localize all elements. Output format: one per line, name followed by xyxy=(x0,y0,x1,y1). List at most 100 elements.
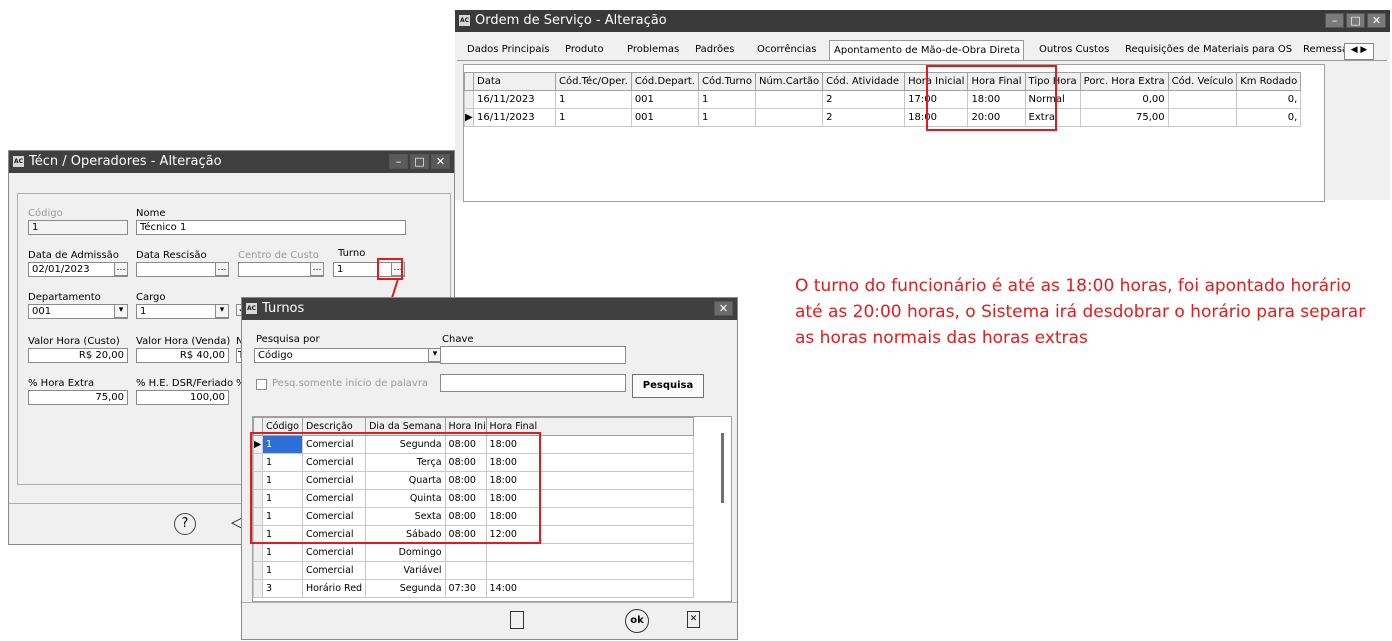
cell-codigo[interactable]: 1 xyxy=(262,543,303,562)
new-document-icon[interactable] xyxy=(510,611,524,629)
table-row[interactable]: 1 Comercial Variável xyxy=(253,561,694,580)
maximize-button[interactable]: □ xyxy=(410,154,429,169)
tab-requisicoes[interactable]: Requisições de Materiais para OS xyxy=(1121,40,1296,60)
valor-hora-custo-label: Valor Hora (Custo) xyxy=(28,336,120,347)
table-row[interactable]: 3 Horário Red Segunda 07:30 14:00 xyxy=(253,579,694,598)
col-cod-veiculo[interactable]: Cód. Veículo xyxy=(1167,72,1238,91)
cell-cod-tec[interactable]: 1 xyxy=(555,108,632,127)
table-row[interactable]: ▶ 16/11/2023 1 001 1 2 18:00 20:00 Extra… xyxy=(464,108,1302,127)
help-icon[interactable]: ? xyxy=(174,513,196,535)
rescisao-calendar-button[interactable]: … xyxy=(215,262,229,276)
cell-cod-depart[interactable]: 001 xyxy=(630,90,699,109)
row-indicator xyxy=(253,579,263,598)
cell-porc-hora-extra[interactable]: 75,00 xyxy=(1079,108,1169,127)
cell-km-rodado[interactable]: 0, xyxy=(1236,108,1302,127)
cell-cod-depart[interactable]: 001 xyxy=(630,108,699,127)
table-row[interactable]: 1 Comercial Domingo xyxy=(253,543,694,562)
pesquisa-por-select[interactable]: Código xyxy=(254,348,442,363)
cell-hora-final[interactable] xyxy=(485,561,694,580)
tabs-scroll-arrows[interactable]: ◀ ▶ xyxy=(1344,43,1374,60)
pesquisa-button[interactable]: Pesquisa xyxy=(632,374,704,398)
cell-cod-turno[interactable]: 1 xyxy=(697,90,756,109)
tab-produto[interactable]: Produto xyxy=(561,40,608,60)
codigo-label: Código xyxy=(28,208,63,219)
rescisao-label: Data Rescisão xyxy=(136,250,207,261)
nome-field[interactable]: Técnico 1 xyxy=(136,220,406,235)
cell-descricao[interactable]: Comercial xyxy=(301,543,367,562)
row-indicator xyxy=(253,543,263,562)
admissao-field[interactable]: 02/01/2023 xyxy=(28,262,128,277)
cell-descricao[interactable]: Comercial xyxy=(301,561,367,580)
cell-cod-veiculo[interactable] xyxy=(1167,90,1238,109)
cell-dia-semana[interactable]: Variável xyxy=(365,561,446,580)
col-porc-hora-extra[interactable]: Porc. Hora Extra xyxy=(1079,72,1169,91)
minimize-button[interactable]: – xyxy=(1325,13,1344,28)
departamento-field[interactable]: 001 xyxy=(28,304,128,319)
close-button[interactable]: ✕ xyxy=(431,154,450,169)
tab-problemas[interactable]: Problemas xyxy=(623,40,683,60)
cell-hora-inicial[interactable] xyxy=(444,543,487,562)
cell-num-cartao[interactable] xyxy=(754,108,824,127)
cell-dia-semana[interactable]: Domingo xyxy=(365,543,446,562)
departamento-dropdown-button[interactable]: ▾ xyxy=(114,304,128,318)
cell-hora-inicial[interactable]: 07:30 xyxy=(444,579,487,598)
col-cod-tec[interactable]: Cód.Téc/Oper. xyxy=(555,72,632,91)
he-dsr-feriado-field[interactable]: 100,00 xyxy=(136,390,229,405)
tab-outros-custos[interactable]: Outros Custos xyxy=(1035,40,1113,60)
ok-button[interactable]: ok xyxy=(625,609,649,633)
app-icon: AC xyxy=(246,303,257,314)
col-num-cartao[interactable]: Núm.Cartão xyxy=(754,72,824,91)
admissao-calendar-button[interactable]: … xyxy=(114,262,128,276)
col-cod-depart[interactable]: Cód.Depart. xyxy=(630,72,699,91)
centro-custo-search-button[interactable]: … xyxy=(310,262,324,276)
cell-data[interactable]: 16/11/2023 xyxy=(473,90,556,109)
cell-cod-atividade[interactable]: 2 xyxy=(822,108,906,127)
cell-cod-veiculo[interactable] xyxy=(1167,108,1238,127)
apontamento-grid: Data Cód.Téc/Oper. Cód.Depart. Cód.Turno… xyxy=(464,72,1302,127)
nome-label: Nome xyxy=(136,208,166,219)
cell-hora-inicial[interactable] xyxy=(444,561,487,580)
col-cod-atividade[interactable]: Cód. Atividade xyxy=(822,72,906,91)
cell-dia-semana[interactable]: Segunda xyxy=(365,579,446,598)
col-km-rodado[interactable]: Km Rodado xyxy=(1236,72,1302,91)
cell-hora-final[interactable] xyxy=(485,543,694,562)
cancel-document-icon[interactable]: ✕ xyxy=(687,611,700,628)
pesq-inicio-label: Pesq.somente início de palavra xyxy=(272,378,429,389)
cell-descricao[interactable]: Horário Red xyxy=(301,579,367,598)
cargo-dropdown-button[interactable]: ▾ xyxy=(215,304,229,318)
col-data[interactable]: Data xyxy=(473,72,556,91)
close-button[interactable]: ✕ xyxy=(1367,13,1386,28)
cell-porc-hora-extra[interactable]: 0,00 xyxy=(1079,90,1169,109)
valor-hora-custo-field[interactable]: R$ 20,00 xyxy=(28,348,128,363)
table-row[interactable]: 16/11/2023 1 001 1 2 17:00 18:00 Normal … xyxy=(464,90,1302,109)
turnos-title-bar: AC Turnos ✕ xyxy=(242,298,737,320)
turnos-window-title: Turnos xyxy=(262,301,305,316)
tab-padroes[interactable]: Padrões xyxy=(691,40,738,60)
cell-cod-turno[interactable]: 1 xyxy=(697,108,756,127)
cell-cod-atividade[interactable]: 2 xyxy=(822,90,906,109)
hora-extra-field[interactable]: 75,00 xyxy=(28,390,128,405)
turnos-footer-bar: ok ✕ xyxy=(242,602,737,641)
chave-input[interactable] xyxy=(440,346,626,364)
row-indicator xyxy=(253,561,263,580)
cell-codigo[interactable]: 3 xyxy=(262,579,303,598)
col-cod-turno[interactable]: Cód.Turno xyxy=(697,72,756,91)
tab-apontamento[interactable]: Apontamento de Mão-de-Obra Direta xyxy=(829,40,1024,60)
cell-km-rodado[interactable]: 0, xyxy=(1236,90,1302,109)
cell-codigo[interactable]: 1 xyxy=(262,561,303,580)
cell-cod-tec[interactable]: 1 xyxy=(555,90,632,109)
vertical-scrollbar[interactable] xyxy=(721,433,724,503)
codigo-field[interactable]: 1 xyxy=(28,220,128,235)
tab-ocorrencias[interactable]: Ocorrências xyxy=(753,40,820,60)
hora-extra-label: % Hora Extra xyxy=(28,378,95,389)
cell-hora-final[interactable]: 14:00 xyxy=(485,579,694,598)
close-button[interactable]: ✕ xyxy=(714,301,733,316)
pesq-inicio-checkbox[interactable] xyxy=(256,379,267,390)
minimize-button[interactable]: – xyxy=(389,154,408,169)
valor-hora-venda-field[interactable]: R$ 40,00 xyxy=(136,348,229,363)
maximize-button[interactable]: □ xyxy=(1346,13,1365,28)
cell-data[interactable]: 16/11/2023 xyxy=(473,108,556,127)
cell-num-cartao[interactable] xyxy=(754,90,824,109)
pesq-inicio-input[interactable] xyxy=(440,374,626,392)
tab-dados-principais[interactable]: Dados Principais xyxy=(463,40,554,60)
